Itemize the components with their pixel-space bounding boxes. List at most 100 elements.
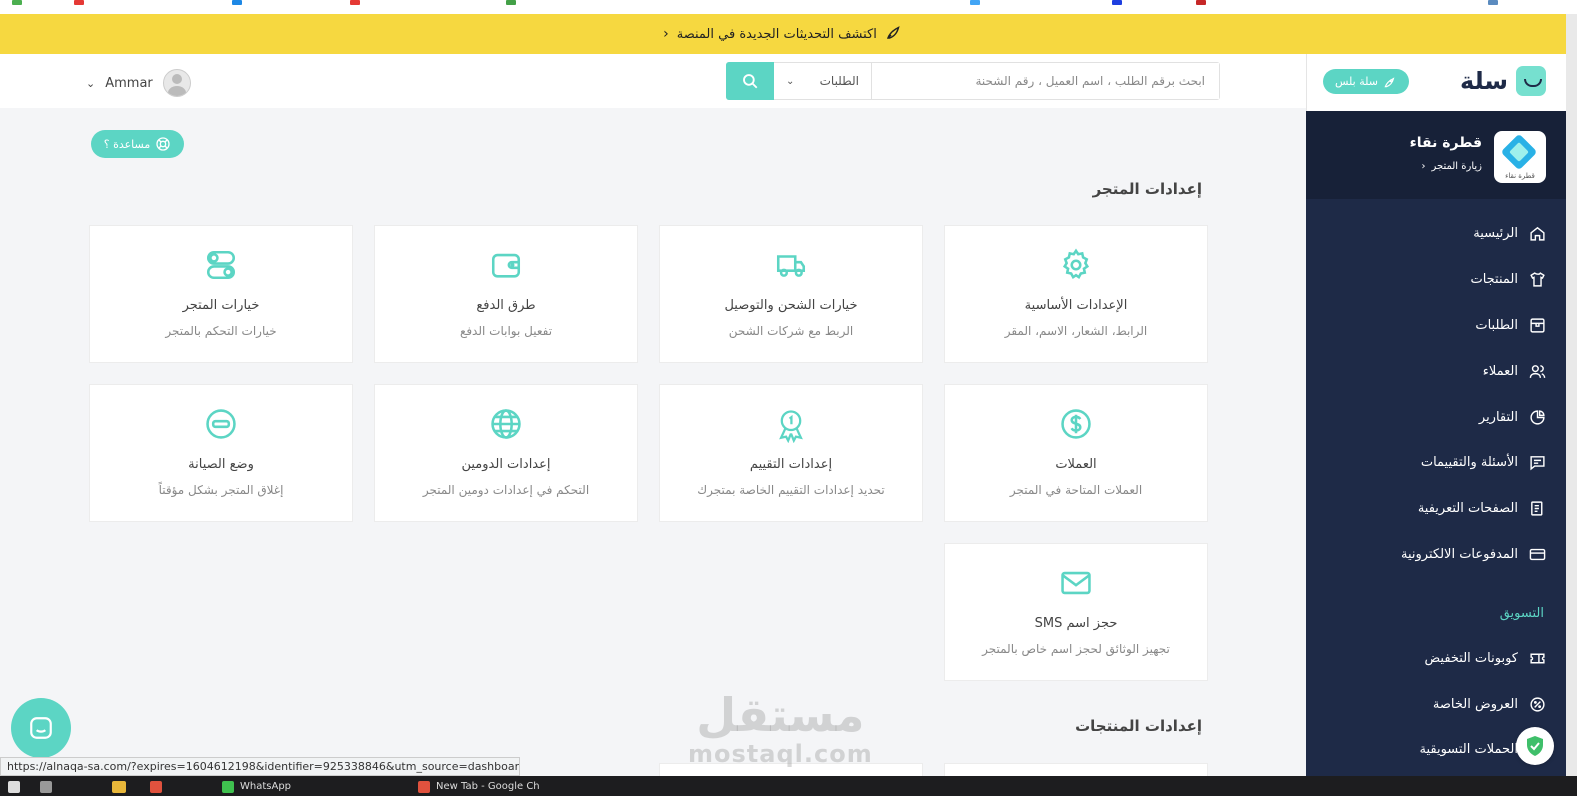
chat-button[interactable]: [11, 698, 71, 758]
card-subtitle: الربط مع شركات الشحن: [728, 324, 854, 338]
bookmarks-bar: [0, 0, 1577, 14]
windows-start-icon[interactable]: [8, 781, 20, 793]
browser-status-url: https://alnaqa-sa.com/?expires=160461219…: [0, 757, 520, 776]
card-subtitle: تفعيل بوابات الدفع: [459, 324, 553, 338]
sidebar-item-customers[interactable]: العملاء: [1306, 348, 1566, 394]
sidebar-item-pages[interactable]: الصفحات التعريفية: [1306, 486, 1566, 532]
envelope-icon: [945, 566, 1207, 602]
card-subtitle: التحكم في إعدادات دومين المتجر: [422, 483, 590, 497]
pages-icon: [1528, 500, 1546, 518]
sidebar: سلة سلة بلس قطرة نقاء قطرة نقاء زيارة ال…: [1306, 54, 1566, 776]
percent-icon: [1528, 695, 1546, 713]
visit-store-label: زيارة المتجر: [1431, 161, 1482, 172]
sidebar-item-label: الحملات التسويقية: [1419, 742, 1518, 758]
card-title: إعدادات الدومين: [461, 457, 551, 472]
store-logo: قطرة نقاء: [1494, 131, 1546, 183]
taskbar-whatsapp-label: WhatsApp: [240, 781, 292, 792]
sidebar-item-home[interactable]: الرئيسية: [1306, 211, 1566, 257]
search-scope-select[interactable]: ⌄ الطلبات: [774, 63, 872, 99]
card-store-options[interactable]: خيارات المتجر خيارات التحكم بالمتجر: [89, 225, 353, 363]
top-header: ⌄ الطلبات ⌄ Ammar: [0, 54, 1306, 108]
shield-check-icon: [1527, 736, 1543, 756]
card-title: خيارات الشحن والتوصيل: [724, 298, 858, 313]
card-subtitle: إغلاق المتجر بشكل مؤقتاً: [158, 483, 284, 497]
page-scrollbar[interactable]: [1566, 14, 1577, 776]
sidebar-item-label: العروض الخاصة: [1432, 696, 1518, 712]
help-button[interactable]: مساعدة ؟: [91, 130, 184, 158]
search-button[interactable]: [726, 62, 774, 100]
card-title: وضع الصيانة: [188, 457, 254, 472]
sidebar-item-questions-reviews[interactable]: الأسئلة والتقييمات: [1306, 440, 1566, 486]
award-icon: [660, 407, 922, 443]
card-rating-settings[interactable]: إعدادات التقييم تحديد إعدادات التقييم ال…: [659, 384, 923, 522]
card-shipping-options[interactable]: خيارات الشحن والتوصيل الربط مع شركات الش…: [659, 225, 923, 363]
sidebar-item-coupons[interactable]: كوبونات التخفيض: [1306, 635, 1566, 681]
card-maintenance-mode[interactable]: وضع الصيانة إغلاق المتجر بشكل مؤقتاً: [89, 384, 353, 522]
sidebar-header: سلة سلة بلس: [1306, 54, 1566, 111]
rocket-icon: [885, 23, 903, 45]
folder-icon[interactable]: [112, 781, 126, 793]
sidebar-item-label: الطلبات: [1475, 317, 1518, 333]
store-name: قطرة نقاء: [1409, 135, 1482, 151]
chevron-left-icon: ‹: [663, 26, 669, 42]
sidebar-item-label: الصفحات التعريفية: [1417, 501, 1518, 517]
security-shield-button[interactable]: [1516, 727, 1554, 765]
product-settings-title: إعدادات المنتجات: [1075, 717, 1202, 735]
announcement-text: اكتشف التحديثات الجديدة في المنصة: [676, 26, 877, 42]
card-subtitle: تحديد إعدادات التقييم الخاصة بمتجرك: [697, 483, 885, 497]
salla-plus-label: سلة بلس: [1335, 75, 1378, 88]
users-icon: [1528, 362, 1546, 380]
search-icon[interactable]: [40, 781, 52, 793]
chrome-icon[interactable]: [418, 781, 430, 793]
chat-icon: [30, 717, 52, 739]
dollar-icon: [945, 407, 1207, 443]
card-payment-methods[interactable]: طرق الدفع تفعيل بوابات الدفع: [374, 225, 638, 363]
card-currencies[interactable]: العملات العملات المتاحة في المتجر: [944, 384, 1208, 522]
card-title: طرق الدفع: [476, 298, 536, 313]
chevron-left-icon: ‹: [1421, 161, 1426, 172]
sidebar-item-label: المدفوعات الالكترونية: [1401, 546, 1518, 562]
chrome-icon[interactable]: [150, 781, 162, 793]
card-subtitle: الرابط، الشعار، الاسم، المقر: [1004, 324, 1148, 338]
whatsapp-icon[interactable]: [222, 781, 234, 793]
sidebar-item-orders[interactable]: الطلبات: [1306, 303, 1566, 349]
box-icon: [1528, 316, 1546, 334]
sidebar-item-products[interactable]: المنتجات: [1306, 257, 1566, 303]
gear-icon: [945, 248, 1207, 284]
search-icon: [743, 74, 758, 89]
globe-icon: [375, 407, 637, 443]
sidebar-item-payments[interactable]: المدفوعات الالكترونية: [1306, 532, 1566, 578]
search-scope-value: الطلبات: [819, 74, 859, 88]
shirt-icon: [1528, 271, 1546, 289]
watermark: مستقل mostaql.com: [688, 690, 873, 768]
search-input[interactable]: [872, 63, 1219, 99]
lifebuoy-icon: [156, 137, 170, 151]
sidebar-item-offers[interactable]: العروض الخاصة: [1306, 681, 1566, 727]
os-taskbar: WhatsApp New Tab - Google Ch: [0, 776, 1577, 796]
sidebar-nav: الرئيسية المنتجات الطلبات العملاء التقار…: [1306, 199, 1566, 773]
card-basic-settings[interactable]: الإعدادات الأساسية الرابط، الشعار، الاسم…: [944, 225, 1208, 363]
search-bar: ⌄ الطلبات: [726, 62, 1220, 100]
sidebar-item-label: المنتجات: [1470, 272, 1518, 288]
salla-plus-button[interactable]: سلة بلس: [1323, 69, 1409, 94]
store-logo-caption: قطرة نقاء: [1505, 172, 1535, 180]
store-info: قطرة نقاء قطرة نقاء زيارة المتجر ‹: [1306, 111, 1566, 199]
card-title: خيارات المتجر: [182, 298, 260, 313]
card-sms-name[interactable]: حجز اسم SMS تجهيز الوثائق لحجز اسم خاص ب…: [944, 543, 1208, 681]
salla-logo-icon: [1516, 66, 1546, 96]
card-title: الإعدادات الأساسية: [1024, 298, 1128, 313]
watermark-line1: مستقل: [696, 688, 865, 742]
user-menu[interactable]: ⌄ Ammar: [86, 69, 191, 97]
card-subtitle: خيارات التحكم بالمتجر: [165, 324, 277, 338]
card-title: العملات: [1055, 457, 1097, 472]
announcement-banner[interactable]: اكتشف التحديثات الجديدة في المنصة ‹: [0, 14, 1566, 54]
home-icon: [1528, 225, 1546, 243]
user-name: Ammar: [105, 75, 153, 91]
sidebar-item-reports[interactable]: التقارير: [1306, 394, 1566, 440]
truck-icon: [660, 248, 922, 284]
card-title: حجز اسم SMS: [1034, 616, 1118, 631]
brand-logo[interactable]: سلة: [1460, 66, 1546, 96]
credit-card-icon: [1528, 545, 1546, 563]
visit-store-link[interactable]: زيارة المتجر ‹: [1421, 161, 1482, 172]
card-domain-settings[interactable]: إعدادات الدومين التحكم في إعدادات دومين …: [374, 384, 638, 522]
